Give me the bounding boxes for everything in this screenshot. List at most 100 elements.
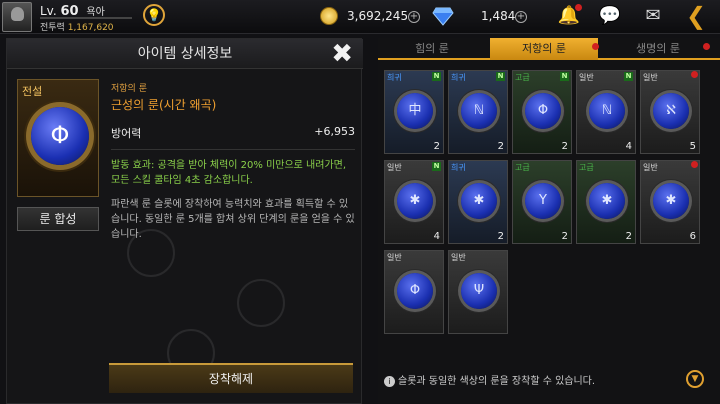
exp-bar (40, 17, 132, 19)
rune-count: 6 (689, 231, 696, 242)
rune-slot[interactable]: 고급 N Φ 2 (512, 70, 572, 154)
rune-slot[interactable]: 고급 Y 2 (512, 160, 572, 244)
alert-dot (691, 71, 698, 78)
rune-slot[interactable]: 일반 Ψ (448, 250, 508, 334)
rune-grade: 일반 (643, 163, 658, 172)
rune-synthesis-button[interactable]: 룬 합성 (17, 207, 99, 231)
new-badge: N (432, 72, 441, 81)
rune-grade: 일반 (643, 73, 658, 82)
rune-slot[interactable]: 희귀 N ℕ 2 (448, 70, 508, 154)
description-text: 파란색 룬 슬롯에 장착하여 능력치와 효과를 획득할 수 있습니다. 동일한 … (111, 199, 355, 240)
rune-orb-icon: Φ (397, 273, 433, 309)
rune-grade: 희귀 (387, 73, 402, 82)
rune-orb-icon: ✱ (461, 183, 497, 219)
item-category: 저항의 룬 (111, 84, 147, 94)
rune-slot[interactable]: 희귀 N 中 2 (384, 70, 444, 154)
gold-coin-icon (320, 7, 338, 25)
rune-orb-icon: ✱ (653, 183, 689, 219)
rune-count: 2 (561, 141, 568, 152)
new-badge: N (496, 72, 505, 81)
rune-orb-icon: ℕ (461, 93, 497, 129)
rune-grade: 일반 (579, 73, 594, 82)
mail-icon[interactable]: ✉ (641, 5, 665, 27)
new-badge: N (624, 72, 633, 81)
rune-grade: 일반 (387, 253, 402, 262)
tab-alert-dot (592, 43, 599, 50)
chat-icon[interactable]: 💬 (598, 5, 622, 27)
rune-slot[interactable]: 일반 N ℕ 4 (576, 70, 636, 154)
diamond-amount: 1,484 (481, 9, 516, 23)
rune-count: 5 (689, 141, 696, 152)
item-detail-panel: 아이템 상세정보 ✖ 전설 Φ 룬 합성 저항의 룬 근성의 룬(시간 왜곡) … (6, 38, 363, 404)
panel-title: 아이템 상세정보 (7, 39, 363, 69)
rune-orb-icon: ℕ (589, 93, 625, 129)
rune-grade: 고급 (579, 163, 594, 172)
rune-orb-icon: ✱ (589, 183, 625, 219)
new-badge: N (432, 162, 441, 171)
rune-count: 2 (433, 141, 440, 152)
rune-tabs: 힘의 룬 저항의 룬 생명의 룬 (378, 38, 720, 60)
stat-value: +6,953 (314, 125, 355, 138)
tab-strength-rune[interactable]: 힘의 룬 (378, 38, 486, 60)
rune-orb-icon: Φ (31, 107, 89, 165)
grade-label: 전설 (22, 85, 43, 98)
rune-count: 4 (625, 141, 632, 152)
combat-power: 전투력 1,167,620 (40, 20, 114, 33)
diamond-icon (432, 7, 454, 26)
back-arrow-icon[interactable]: ❮ (684, 4, 708, 28)
close-icon[interactable]: ✖ (331, 40, 353, 68)
hint-label: 슬롯과 동일한 색상의 룬을 장착할 수 있습니다. (398, 376, 596, 387)
tab-life-rune[interactable]: 생명의 룬 (604, 38, 712, 60)
rune-slot[interactable]: 일반 N ✱ 4 (384, 160, 444, 244)
rune-slot[interactable]: 일반 ℵ 5 (640, 70, 700, 154)
rune-slot[interactable]: 희귀 ✱ 2 (448, 160, 508, 244)
item-details: 저항의 룬 근성의 룬(시간 왜곡) 방어력 +6,953 발동 효과: 공격을… (111, 81, 355, 242)
screen: Lv. 60 욕아 전투력 1,167,620 💡 3,692,245 + 1,… (0, 0, 720, 404)
rune-slot[interactable]: 일반 Φ (384, 250, 444, 334)
gold-amount: 3,692,245 (347, 9, 409, 23)
rune-grade: 고급 (515, 163, 530, 172)
rune-count: 2 (625, 231, 632, 242)
rune-inventory-panel: 힘의 룬 저항의 룬 생명의 룬 희귀 N 中 2 희귀 N ℕ 2 고급 N Φ 2 일반 N ℕ 4 일반 ℵ… (378, 38, 720, 404)
rune-count: 2 (497, 231, 504, 242)
effect-text: 발동 효과: 공격을 받아 체력이 20% 미만으로 내려가면, 모든 스킬 쿨… (111, 160, 347, 186)
new-badge: N (560, 72, 569, 81)
item-name: 근성의 룬(시간 왜곡) (111, 98, 217, 112)
rune-grade: 일반 (387, 163, 402, 172)
add-diamond-button[interactable]: + (515, 11, 527, 23)
rune-slot[interactable]: 일반 ✱ 6 (640, 160, 700, 244)
rune-orb-icon: ℵ (653, 93, 689, 129)
rune-grade: 일반 (451, 253, 466, 262)
stat-name: 방어력 (111, 127, 142, 140)
rune-orb-icon: ✱ (397, 183, 433, 219)
rune-orb-icon: Φ (525, 93, 561, 129)
rune-grade: 희귀 (451, 163, 466, 172)
alert-dot (691, 161, 698, 168)
rune-grade: 희귀 (451, 73, 466, 82)
item-card: 전설 Φ (17, 79, 99, 197)
rune-orb-icon: 中 (397, 93, 433, 129)
avatar[interactable] (2, 2, 32, 32)
cp-value: 1,167,620 (67, 23, 114, 33)
rune-grade: 고급 (515, 73, 530, 82)
tab-resistance-rune[interactable]: 저항의 룬 (490, 38, 598, 60)
notification-dot (575, 4, 582, 11)
hint-text: i 슬롯과 동일한 색상의 룬을 장착할 수 있습니다. (384, 372, 595, 387)
rune-count: 4 (433, 231, 440, 242)
rune-slot[interactable]: 고급 ✱ 2 (576, 160, 636, 244)
rune-orb-icon: Ψ (461, 273, 497, 309)
cp-label: 전투력 (40, 23, 65, 33)
stat-row: 방어력 +6,953 (111, 125, 355, 141)
hint-bulb-icon[interactable]: 💡 (143, 4, 165, 26)
rune-count: 2 (497, 141, 504, 152)
rune-count: 2 (561, 231, 568, 242)
level-prefix: Lv. (40, 4, 57, 18)
chevron-down-icon[interactable]: ▼ (686, 370, 704, 388)
tab-alert-dot (703, 43, 710, 50)
divider (111, 149, 355, 150)
rune-orb-icon: Y (525, 183, 561, 219)
unequip-button[interactable]: 장착해제 (109, 363, 353, 393)
info-icon: i (384, 376, 395, 387)
add-gold-button[interactable]: + (408, 11, 420, 23)
top-bar: Lv. 60 욕아 전투력 1,167,620 💡 3,692,245 + 1,… (0, 0, 720, 34)
